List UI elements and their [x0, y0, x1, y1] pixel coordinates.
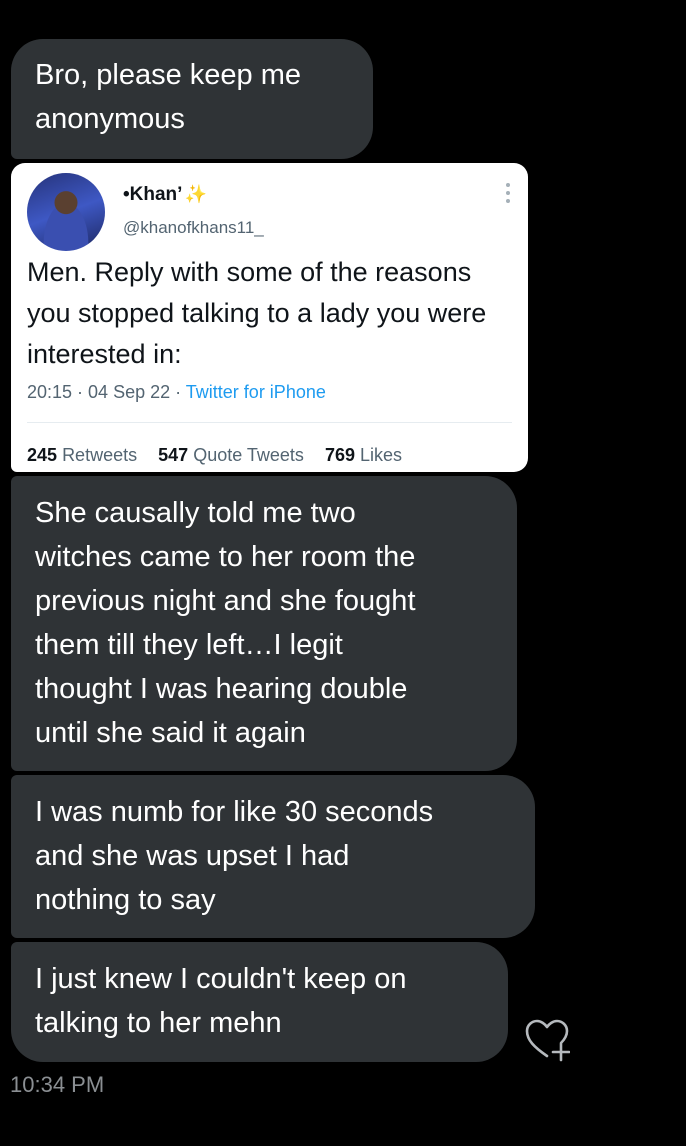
- tweet-author-handle[interactable]: @khanofkhans11_: [123, 218, 264, 238]
- tweet-meta: 20:15 · 04 Sep 22 · Twitter for iPhone: [27, 382, 326, 403]
- quote-tweets-stat[interactable]: 547 Quote Tweets: [158, 445, 304, 465]
- sparkle-icon: ✨: [184, 184, 207, 204]
- heart-plus-icon[interactable]: [524, 1018, 570, 1062]
- tweet-stats: 245 Retweets 547 Quote Tweets 769 Likes: [27, 445, 418, 466]
- embedded-tweet-card[interactable]: •Khan’ ✨ @khanofkhans11_ Men. Reply with …: [11, 163, 528, 472]
- message-bubble-1[interactable]: Bro, please keep me anonymous: [11, 39, 373, 159]
- tweet-time: 20:15 · 04 Sep 22 ·: [27, 382, 186, 402]
- tweet-source-link[interactable]: Twitter for iPhone: [186, 382, 326, 402]
- more-dot: [506, 191, 510, 195]
- tweet-author-name[interactable]: •Khan’ ✨: [123, 184, 207, 206]
- quote-tweets-label: Quote Tweets: [193, 445, 304, 465]
- message-bubble-2[interactable]: She causally told me two witches came to…: [11, 476, 517, 771]
- more-dot: [506, 199, 510, 203]
- likes-stat[interactable]: 769 Likes: [325, 445, 402, 465]
- more-dot: [506, 183, 510, 187]
- quote-tweets-count: 547: [158, 445, 189, 465]
- message-timestamp: 10:34 PM: [10, 1072, 105, 1097]
- tweet-divider: [27, 422, 512, 423]
- message-bubble-3[interactable]: I was numb for like 30 seconds and she w…: [11, 775, 535, 938]
- likes-label: Likes: [360, 445, 403, 465]
- more-vertical-icon[interactable]: [506, 183, 510, 203]
- retweets-stat[interactable]: 245 Retweets: [27, 445, 137, 465]
- likes-count: 769: [324, 445, 355, 465]
- avatar[interactable]: [27, 173, 105, 251]
- tweet-text: Men. Reply with some of the reasons you …: [27, 257, 487, 369]
- message-bubble-4[interactable]: I just knew I couldn't keep on talking t…: [11, 942, 508, 1062]
- retweets-label: Retweets: [62, 445, 138, 465]
- tweet-author-name-text: •Khan’: [123, 184, 183, 205]
- retweets-count: 245: [27, 445, 58, 465]
